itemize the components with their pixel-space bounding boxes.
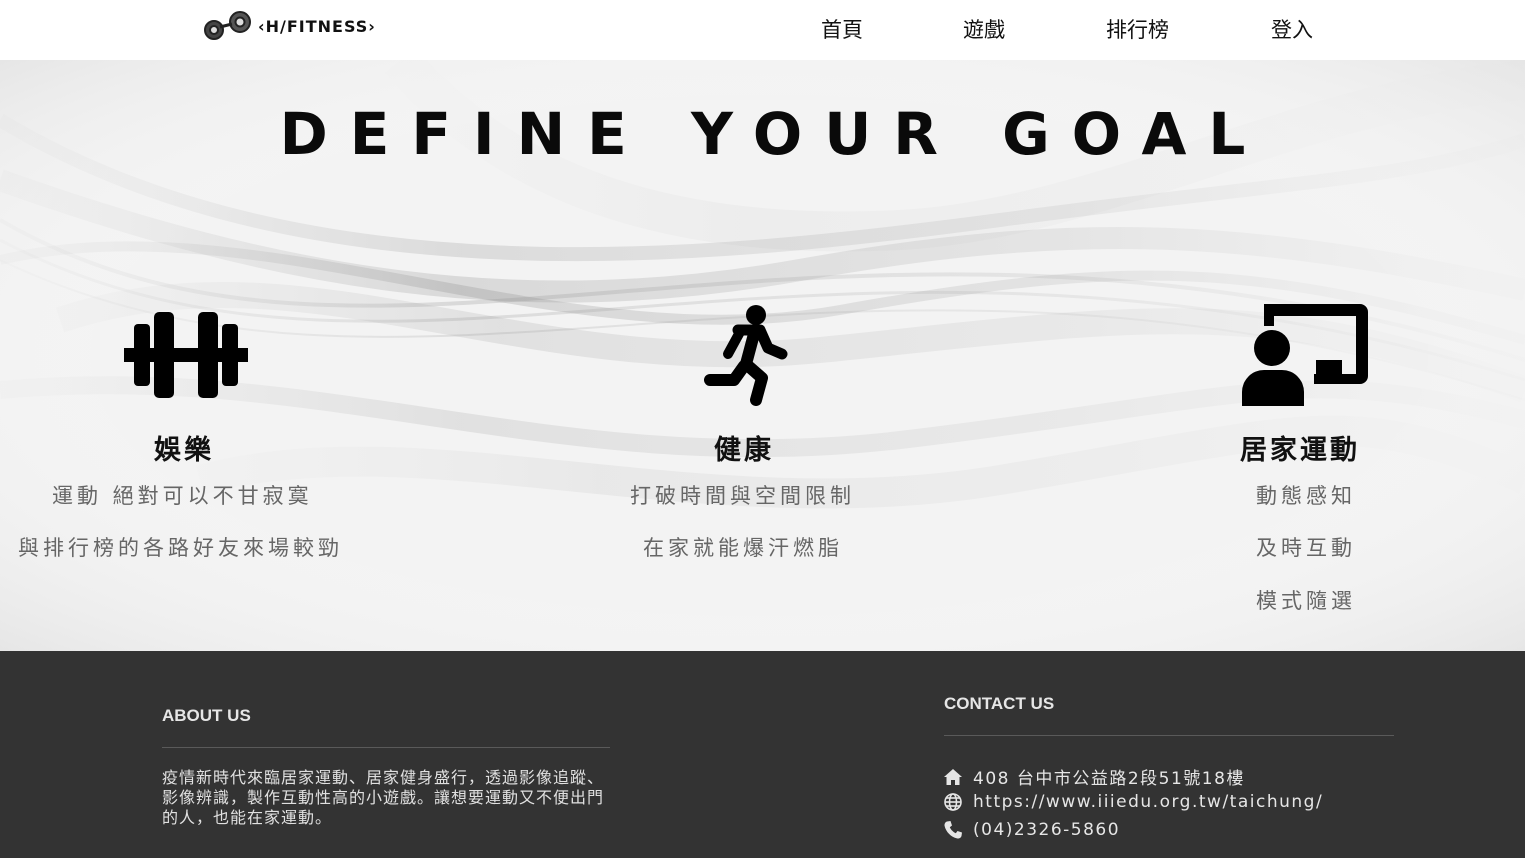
contact-website[interactable]: https://www.iiiedu.org.tw/taichung/ bbox=[943, 792, 1323, 812]
home-icon bbox=[944, 768, 962, 785]
feature-title-health: 健康 bbox=[714, 435, 774, 466]
contact-divider bbox=[944, 735, 1394, 736]
phone-text: (04)2326-5860 bbox=[973, 820, 1121, 840]
globe-icon bbox=[944, 793, 962, 811]
address-text: 408 台中市公益路2段51號18樓 bbox=[973, 769, 1245, 789]
feature-line: 運動 絕對可以不甘寂寞 bbox=[52, 484, 313, 508]
contact-heading: CONTACT US bbox=[944, 694, 1055, 713]
hero-title: DEFINE YOUR GOAL bbox=[279, 100, 1268, 168]
nav-item-home[interactable]: 首頁 bbox=[821, 14, 863, 44]
feature-line: 在家就能爆汗燃脂 bbox=[643, 536, 843, 560]
about-divider bbox=[162, 747, 610, 748]
feature-line: 及時互動 bbox=[1256, 536, 1356, 560]
feature-line: 打破時間與空間限制 bbox=[630, 484, 855, 508]
running-person-icon bbox=[704, 305, 788, 406]
hero-section: DEFINE YOUR GOAL 娛樂 運動 絕對可以不甘寂寞 與排行榜的各路好… bbox=[0, 60, 1525, 651]
dumbbell-logo-icon bbox=[204, 11, 251, 40]
about-heading: ABOUT US bbox=[162, 706, 251, 725]
chalkboard-user-icon bbox=[1242, 304, 1368, 406]
feature-title-home-workout: 居家運動 bbox=[1240, 435, 1360, 466]
top-navbar: ‹H/FITNESS› 首頁 遊戲 排行榜 登入 bbox=[0, 0, 1525, 60]
nav-item-games[interactable]: 遊戲 bbox=[963, 14, 1005, 44]
dumbbell-icon bbox=[124, 312, 248, 398]
feature-title-entertainment: 娛樂 bbox=[154, 435, 214, 466]
phone-icon bbox=[944, 821, 962, 839]
feature-line: 動態感知 bbox=[1256, 484, 1356, 508]
site-footer: ABOUT US 疫情新時代來臨居家運動、居家健身盛行，透過影像追蹤、影像辨識，… bbox=[0, 651, 1525, 858]
site-logo[interactable]: ‹H/FITNESS› bbox=[202, 8, 376, 44]
contact-phone: (04)2326-5860 bbox=[943, 820, 1120, 840]
feature-line: 模式隨選 bbox=[1256, 589, 1356, 613]
contact-address: 408 台中市公益路2段51號18樓 bbox=[943, 764, 1245, 789]
nav-item-login[interactable]: 登入 bbox=[1271, 14, 1313, 44]
about-text: 疫情新時代來臨居家運動、居家健身盛行，透過影像追蹤、影像辨識，製作互動性高的小遊… bbox=[162, 768, 605, 827]
logo-text: ‹H/FITNESS› bbox=[258, 16, 376, 36]
website-link[interactable]: https://www.iiiedu.org.tw/taichung/ bbox=[973, 792, 1323, 812]
feature-line: 與排行榜的各路好友來場較勁 bbox=[18, 536, 343, 560]
nav-item-leaderboard[interactable]: 排行榜 bbox=[1106, 14, 1169, 44]
